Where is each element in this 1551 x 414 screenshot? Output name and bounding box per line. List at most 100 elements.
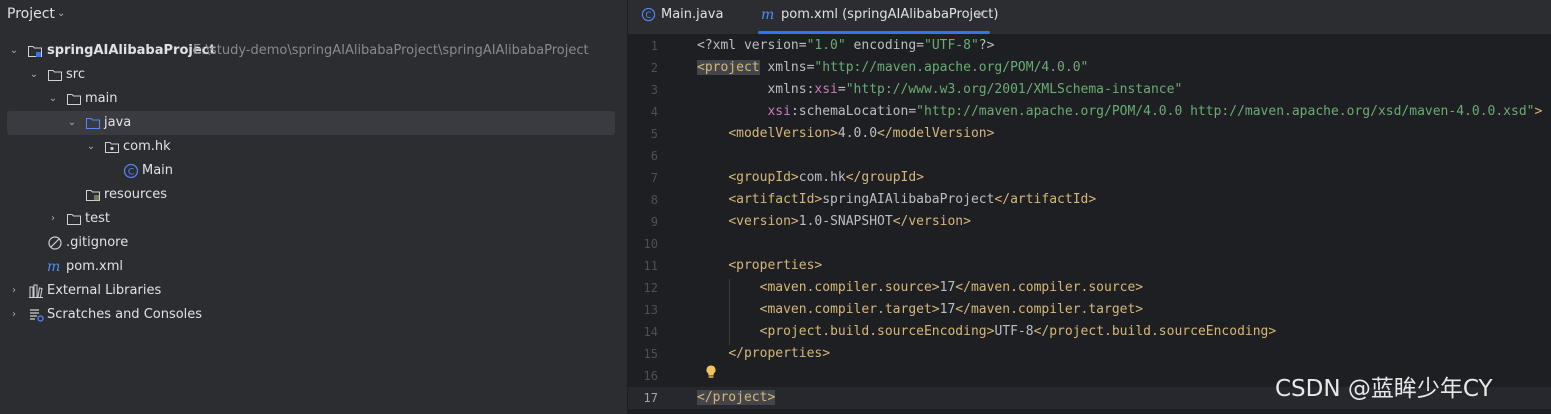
- project-panel-header[interactable]: Project ⌄: [0, 0, 627, 30]
- xml-tag: </project>: [697, 390, 776, 405]
- xml-tag: <project.build.sourceEncoding>: [759, 324, 995, 339]
- lightbulb-icon[interactable]: [704, 364, 718, 380]
- chevron-down-icon[interactable]: ⌄: [57, 8, 65, 19]
- tree-item-src[interactable]: ⌄ src: [0, 63, 627, 87]
- line-number: 14: [643, 325, 658, 339]
- tree-item-project-root[interactable]: ⌄ springAIAlibabaProject E:\study-demo\s…: [0, 39, 627, 63]
- code-line-4[interactable]: xsi:schemaLocation="http://maven.apache.…: [697, 101, 1542, 123]
- tree-item-java[interactable]: ⌄ java: [0, 111, 627, 135]
- chevron-down-icon[interactable]: ⌄: [85, 135, 97, 159]
- folder-icon: [48, 70, 62, 81]
- tree-item-label: src: [66, 67, 85, 82]
- code-line-17[interactable]: </project>: [697, 387, 776, 409]
- string-literal: "UTF-8": [924, 38, 979, 53]
- tree-item-label: Main: [142, 163, 174, 178]
- xml-namespace: xsi: [814, 82, 838, 97]
- line-number: 6: [650, 149, 658, 163]
- xml-text: UTF-8: [994, 324, 1034, 339]
- tree-item-pom[interactable]: m pom.xml: [0, 255, 627, 279]
- line-number: 13: [643, 303, 658, 317]
- code-line-7[interactable]: <groupId>com.hk</groupId>: [697, 167, 924, 189]
- line-number: 8: [650, 193, 658, 207]
- project-panel-title[interactable]: Project: [7, 6, 55, 22]
- string-literal: "1.0": [806, 38, 846, 53]
- package-icon: [105, 142, 119, 153]
- code-line-13[interactable]: <maven.compiler.target>17</maven.compile…: [697, 299, 1144, 321]
- chevron-down-icon[interactable]: ⌄: [28, 63, 40, 87]
- xml-text: 4.0.0: [837, 126, 878, 141]
- chevron-right-icon[interactable]: ›: [8, 303, 20, 327]
- xml-attr: :schemaLocation=: [790, 104, 917, 119]
- code-line-11[interactable]: <properties>: [697, 255, 822, 277]
- line-number: 15: [643, 347, 658, 361]
- folder-icon: [67, 94, 81, 105]
- chevron-right-icon[interactable]: ›: [8, 279, 20, 303]
- xml-attr: encoding=: [845, 38, 924, 53]
- line-number: 1: [650, 39, 658, 53]
- close-icon[interactable]: ×: [975, 0, 986, 30]
- xml-tag: <modelVersion>: [728, 126, 838, 141]
- xml-attr: xmlns=: [759, 60, 815, 75]
- xml-tag: <maven.compiler.source>: [759, 280, 940, 295]
- folder-icon: [67, 214, 81, 225]
- xml-namespace: xsi: [767, 104, 791, 119]
- xml-tag: </properties>: [728, 346, 831, 361]
- code-line-3[interactable]: xmlns:xsi="http://www.w3.org/2001/XMLSch…: [697, 79, 1182, 101]
- chevron-right-icon[interactable]: ›: [47, 207, 59, 231]
- chevron-down-icon[interactable]: ⌄: [47, 87, 59, 111]
- code-line-12[interactable]: <maven.compiler.source>17</maven.compile…: [697, 277, 1144, 299]
- tree-item-com-hk[interactable]: ⌄ com.hk: [0, 135, 627, 159]
- maven-icon: m: [47, 259, 61, 275]
- xml-attr: =: [837, 82, 846, 97]
- class-icon: C: [123, 163, 139, 179]
- chevron-down-icon[interactable]: ⌄: [8, 39, 20, 63]
- xml-tag: </maven.compiler.target>: [955, 302, 1144, 317]
- tree-item-external-libraries[interactable]: › External Libraries: [0, 279, 627, 303]
- code-line-15[interactable]: </properties>: [697, 343, 830, 365]
- xml-declaration: <?xml version=: [697, 38, 807, 53]
- xml-tag: <project: [697, 60, 760, 75]
- code-line-9[interactable]: <version>1.0-SNAPSHOT</version>: [697, 211, 971, 233]
- xml-tag: <properties>: [728, 258, 823, 273]
- code-line-14[interactable]: <project.build.sourceEncoding>UTF-8</pro…: [697, 321, 1277, 343]
- tree-item-label: com.hk: [123, 139, 171, 154]
- resources-folder-icon: [86, 190, 100, 201]
- code-line-1[interactable]: <?xml version="1.0" encoding="UTF-8"?>: [697, 35, 994, 57]
- line-number: 11: [643, 259, 658, 273]
- line-number: 9: [650, 215, 658, 229]
- xml-text: 17: [939, 280, 956, 295]
- library-icon: [29, 284, 43, 298]
- tree-item-test[interactable]: › test: [0, 207, 627, 231]
- code-line-8[interactable]: <artifactId>springAIAlibabaProject</arti…: [697, 189, 1096, 211]
- xml-text: 17: [939, 302, 956, 317]
- tree-item-gitignore[interactable]: .gitignore: [0, 231, 627, 255]
- code-line-5[interactable]: <modelVersion>4.0.0</modelVersion>: [697, 123, 994, 145]
- class-icon: C: [641, 7, 656, 22]
- xml-tag: </project.build.sourceEncoding>: [1033, 324, 1277, 339]
- ignore-file-icon: [48, 236, 62, 250]
- tree-item-main[interactable]: ⌄ main: [0, 87, 627, 111]
- line-number: 3: [650, 83, 658, 97]
- tree-item-resources[interactable]: resources: [0, 183, 627, 207]
- tree-item-main-class[interactable]: C Main: [0, 159, 627, 183]
- tree-item-label: .gitignore: [66, 235, 129, 250]
- line-number: 16: [643, 369, 658, 383]
- xml-tag: </groupId>: [845, 170, 925, 185]
- code-line-2[interactable]: <project xmlns="http://maven.apache.org/…: [697, 57, 1088, 79]
- line-number-current: 17: [643, 391, 658, 405]
- editor-tab-bar: C Main.java m pom.xml (springAIAlibabaPr…: [628, 0, 1551, 35]
- tree-item-label: External Libraries: [47, 283, 162, 298]
- chevron-down-icon[interactable]: ⌄: [66, 111, 78, 135]
- tree-item-label: resources: [104, 187, 168, 202]
- tab-pom-xml[interactable]: m pom.xml (springAIAlibabaProject) ×: [758, 0, 998, 34]
- string-literal: "http://maven.apache.org/POM/4.0.0": [814, 60, 1089, 75]
- scratches-icon: [30, 309, 44, 322]
- tree-item-scratches[interactable]: › Scratches and Consoles: [0, 303, 627, 327]
- xml-tag: <artifactId>: [728, 192, 823, 207]
- tree-item-label: springAIAlibabaProject: [47, 43, 216, 58]
